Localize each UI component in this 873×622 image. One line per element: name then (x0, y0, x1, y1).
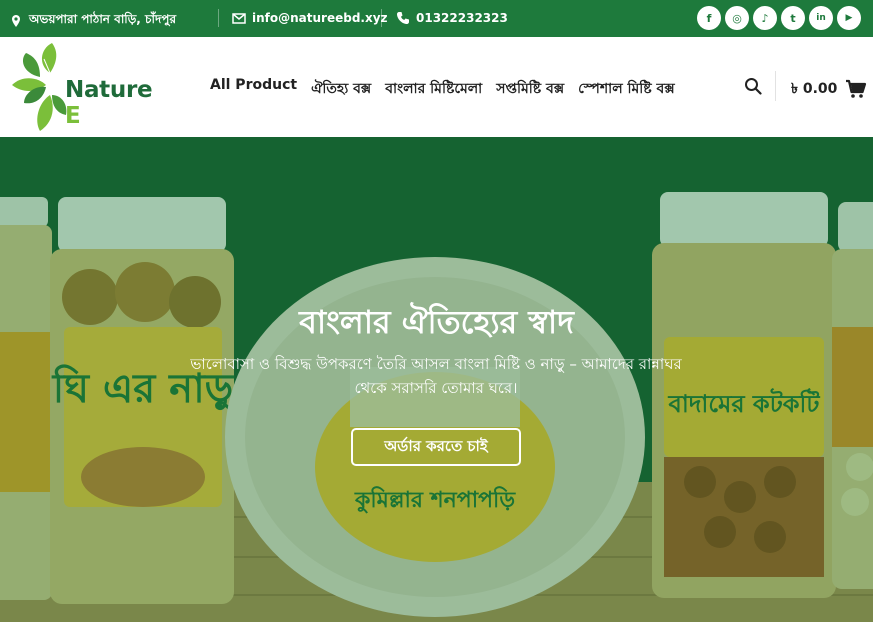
social-links: f ◎ ♪ t in ▶ (697, 6, 861, 30)
phone-text: 01322232323 (416, 11, 508, 25)
phone-info[interactable]: 01322232323 (396, 11, 508, 25)
cart-button[interactable]: ৳ 0.00 (791, 77, 867, 101)
address-info: অভয়পারা পাঠান বাড়ি, চাঁদপুর (9, 11, 176, 31)
divider (775, 71, 776, 101)
hero-subtitle: ভালোবাসা ও বিশুদ্ধ উপকরণে তৈরি আসল বাংলা… (190, 355, 682, 397)
instagram-icon[interactable]: ◎ (725, 6, 749, 30)
divider (381, 9, 382, 27)
divider (218, 9, 219, 27)
email-info[interactable]: info@natureebd.xyz (232, 11, 388, 25)
hero-title: বাংলার ঐতিহ্যের স্বাদ (299, 303, 574, 341)
brand-accent: E (65, 103, 81, 129)
cart-total: ৳ 0.00 (791, 81, 838, 97)
main-nav: All Product ঐতিহ্য বক্স বাংলার মিষ্টিমেল… (210, 77, 675, 101)
mail-icon (232, 13, 246, 24)
email-text: info@natureebd.xyz (252, 11, 388, 25)
nav-all-product[interactable]: All Product (210, 77, 297, 101)
logo[interactable]: Nature E (10, 39, 170, 135)
brand-main: Nature (65, 77, 153, 103)
nav-banglar-mishtimela[interactable]: বাংলার মিষ্টিমেলা (385, 77, 482, 101)
nav-soptomishti-box[interactable]: সপ্তমিষ্টি বক্স (496, 77, 564, 101)
top-bar: অভয়পারা পাঠান বাড়ি, চাঁদপুর info@natur… (0, 0, 873, 37)
leaf-logo-icon (12, 43, 67, 131)
order-now-button[interactable]: অর্ডার করতে চাই (351, 428, 521, 466)
nav-special-mishti-box[interactable]: স্পেশাল মিষ্টি বক্স (578, 77, 675, 101)
tiktok-icon[interactable]: ♪ (753, 6, 777, 30)
youtube-icon[interactable]: ▶ (837, 6, 861, 30)
brand-name: Nature E (65, 77, 170, 129)
search-icon[interactable] (744, 77, 762, 95)
hero-banner: ঘি এর নাড়ু কুমিল্লার শনপাপড়ি বাদামের ক… (0, 137, 873, 622)
location-pin-icon (12, 15, 20, 27)
nav-oitijjo-box[interactable]: ঐতিহ্য বক্স (311, 77, 371, 101)
twitter-icon[interactable]: t (781, 6, 805, 30)
facebook-icon[interactable]: f (697, 6, 721, 30)
linkedin-icon[interactable]: in (809, 6, 833, 30)
site-header: Nature E All Product ঐতিহ্য বক্স বাংলার … (0, 37, 873, 137)
cart-icon (846, 79, 867, 98)
address-text: অভয়পারা পাঠান বাড়ি, চাঁদপুর (29, 12, 177, 26)
phone-icon (397, 12, 409, 24)
